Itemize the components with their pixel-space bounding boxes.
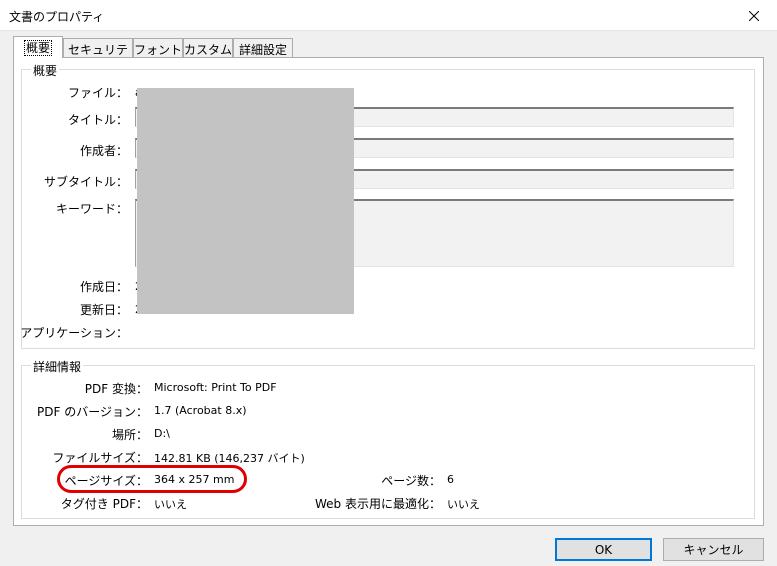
filesize-value: 142.81 KB (146,237 バイト)	[154, 452, 305, 465]
filesize-label: ファイルサイズ：	[52, 451, 148, 465]
modified-label: 更新日：	[79, 303, 128, 317]
tab-label: 概要	[23, 40, 53, 56]
pagesize-highlight	[57, 465, 247, 493]
author-label: 作成者：	[79, 144, 128, 158]
pdf-version-value: 1.7 (Acrobat 8.x)	[154, 404, 247, 417]
tab-label: カスタム	[184, 43, 233, 57]
tagged-pdf-label: タグ付き PDF：	[60, 497, 148, 511]
location-value: D:\	[154, 427, 170, 440]
title-bar: 文書のプロパティ	[0, 0, 777, 31]
pagecount-label: ページ数：	[381, 474, 441, 488]
tab-custom[interactable]: カスタム	[183, 38, 233, 57]
keywords-label: キーワード：	[55, 202, 128, 216]
pdf-version-label: PDF のバージョン：	[37, 405, 148, 419]
file-label: ファイル：	[67, 86, 128, 100]
tab-fonts[interactable]: フォント	[133, 38, 183, 57]
location-label: 場所：	[111, 428, 148, 442]
fast-web-view-label: Web 表示用に最適化：	[315, 497, 441, 511]
tab-security[interactable]: セキュリティ	[63, 38, 133, 74]
producer-value: Microsoft: Print To PDF	[154, 381, 277, 394]
subject-label: サブタイトル：	[43, 175, 128, 189]
tab-summary[interactable]: 概要	[13, 36, 63, 58]
tagged-pdf-value: いいえ	[154, 498, 187, 511]
tab-label: フォント	[134, 43, 183, 57]
title-label: タイトル：	[67, 113, 128, 127]
created-label: 作成日：	[79, 280, 128, 294]
pagecount-value: 6	[447, 473, 454, 486]
close-button[interactable]	[731, 0, 777, 31]
producer-label: PDF 変換：	[84, 382, 148, 396]
cancel-button[interactable]: キャンセル	[663, 538, 764, 561]
fast-web-view-value: いいえ	[447, 498, 480, 511]
window-title: 文書のプロパティ	[9, 10, 105, 24]
redacted-area	[137, 88, 354, 314]
summary-legend: 概要	[31, 62, 60, 79]
ok-button[interactable]: OK	[555, 538, 652, 561]
application-label: アプリケーション：	[20, 326, 128, 340]
tab-advanced[interactable]: 詳細設定	[233, 38, 293, 57]
close-icon	[749, 10, 759, 21]
details-legend: 詳細情報	[31, 358, 84, 375]
tab-label: 詳細設定	[238, 43, 287, 57]
